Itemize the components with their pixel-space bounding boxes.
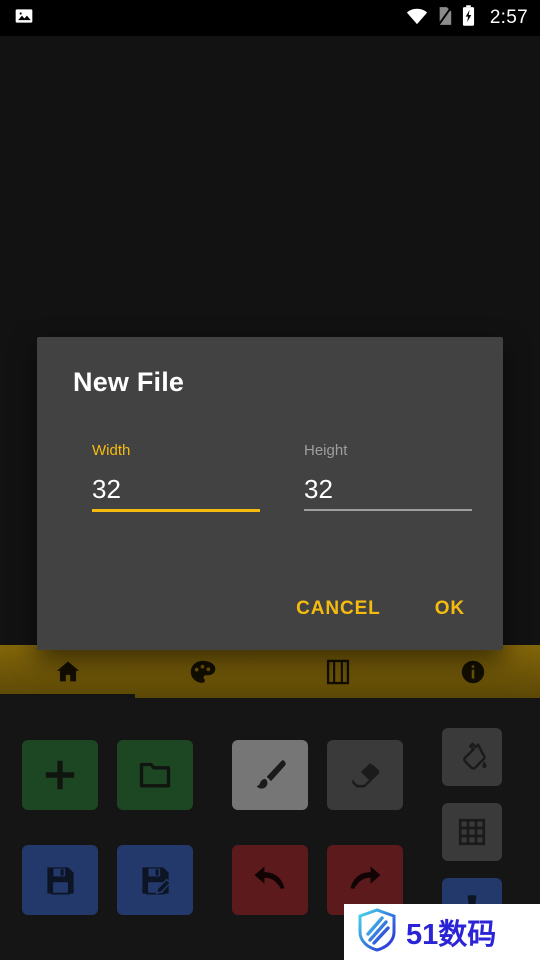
width-field-label: Width bbox=[92, 442, 131, 459]
height-input-underline bbox=[304, 509, 472, 511]
width-input[interactable] bbox=[92, 469, 260, 509]
app-screen: 2:57 New File Width 32 Height 32 CANCEL … bbox=[0, 0, 540, 960]
watermark: 51数码 bbox=[344, 904, 540, 960]
height-input[interactable] bbox=[304, 469, 472, 509]
height-field-label: Height bbox=[304, 442, 348, 459]
dialog-actions: CANCEL OK bbox=[280, 588, 481, 630]
width-field-group: Width bbox=[92, 442, 260, 512]
shield-logo-icon bbox=[356, 907, 398, 957]
width-input-underline bbox=[92, 509, 260, 512]
ok-button[interactable]: OK bbox=[419, 588, 481, 630]
dialog-fields: Width Height bbox=[92, 442, 472, 512]
watermark-text: 51数码 bbox=[406, 919, 497, 951]
dialog-title: New File bbox=[73, 367, 185, 397]
new-file-dialog: New File Width Height CANCEL OK bbox=[37, 337, 503, 650]
height-field-group: Height bbox=[304, 442, 472, 512]
cancel-button[interactable]: CANCEL bbox=[280, 588, 397, 630]
